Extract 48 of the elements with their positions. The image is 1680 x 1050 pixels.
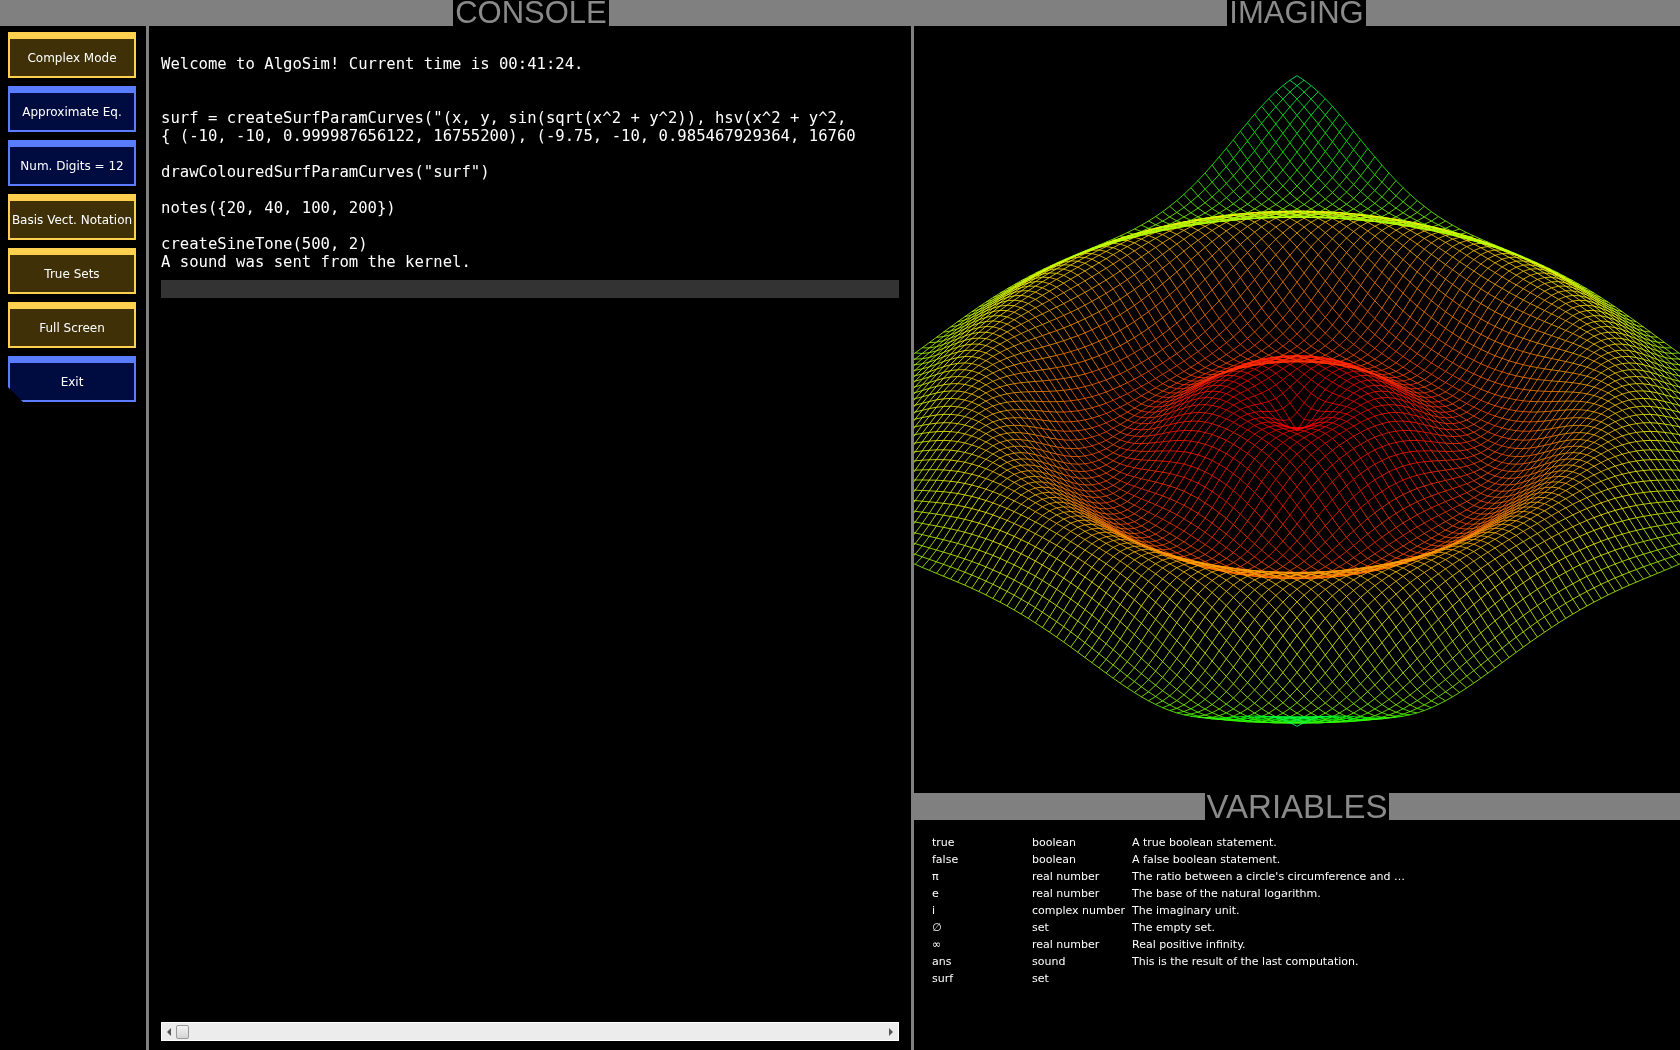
sidebar-button[interactable]: Complex Mode bbox=[8, 32, 136, 78]
variable-type: set bbox=[1032, 921, 1050, 934]
sidebar-button[interactable]: Full Screen bbox=[8, 302, 136, 348]
input-field[interactable] bbox=[161, 280, 899, 298]
variable-description: A false boolean statement. bbox=[1132, 853, 1281, 866]
variable-description: A true boolean statement. bbox=[1132, 836, 1277, 849]
variable-name: e bbox=[932, 887, 940, 900]
scroll-thumb[interactable] bbox=[176, 1024, 189, 1039]
variable-description: The imaginary unit. bbox=[1132, 904, 1240, 917]
variable-name: surf bbox=[932, 972, 955, 985]
variable-description: The ratio between a circle's circumference and … bbox=[1132, 870, 1405, 883]
variable-type: boolean bbox=[1032, 853, 1077, 866]
variable-type: real number bbox=[1032, 938, 1101, 951]
console-command: notes({20, 40, 100, 200}) bbox=[161, 199, 397, 217]
sidebar-button[interactable]: Basis Vect. Notation bbox=[8, 194, 136, 240]
sidebar-button[interactable]: True Sets bbox=[8, 248, 136, 294]
console-output: A sound was sent from the kernel. bbox=[161, 253, 472, 271]
variable-name: i bbox=[932, 904, 937, 917]
variable-type: real number bbox=[1032, 887, 1101, 900]
horizontal-scrollbar[interactable] bbox=[161, 1022, 899, 1041]
scroll-right-icon[interactable] bbox=[888, 1027, 894, 1036]
variable-description: This is the result of the last computation. bbox=[1132, 955, 1359, 968]
imaging-title: IMAGING bbox=[1227, 0, 1366, 26]
scroll-left-icon[interactable] bbox=[166, 1027, 172, 1036]
variable-name: false bbox=[932, 853, 960, 866]
variable-type: set bbox=[1032, 972, 1050, 985]
variable-description: The empty set. bbox=[1132, 921, 1216, 934]
sidebar-button[interactable]: Exit bbox=[8, 356, 136, 402]
sidebar-button[interactable]: Num. Digits = 12 bbox=[8, 140, 136, 186]
console-output: { (-10, -10, 0.999987656122, 16755200), (-9.75, -10, 0.985467929364, 16760 bbox=[161, 127, 857, 145]
variables-title: VARIABLES bbox=[1204, 793, 1390, 820]
console-command: drawColouredSurfParamCurves("surf") bbox=[161, 163, 491, 181]
console-title: CONSOLE bbox=[453, 0, 609, 26]
console-output: Welcome to AlgoSim! Current time is 00:41:24. bbox=[161, 55, 585, 73]
variable-name: ∞ bbox=[932, 938, 943, 951]
variable-name: true bbox=[932, 836, 956, 849]
variable-description: The base of the natural logarithm. bbox=[1132, 887, 1321, 900]
variable-type: sound bbox=[1032, 955, 1067, 968]
variable-type: real number bbox=[1032, 870, 1101, 883]
variable-type: complex number bbox=[1032, 904, 1127, 917]
variable-name: ∅ bbox=[932, 921, 943, 934]
console-command: createSineTone(500, 2) bbox=[161, 235, 369, 253]
sidebar-button[interactable]: Approximate Eq. bbox=[8, 86, 136, 132]
variable-type: boolean bbox=[1032, 836, 1077, 849]
variable-description: Real positive infinity. bbox=[1132, 938, 1246, 951]
variable-name: ans bbox=[932, 955, 953, 968]
variable-name: π bbox=[932, 870, 940, 883]
console-command: surf = createSurfParamCurves("(x, y, sin(sqrt(x^2 + y^2)), hsv(x^2 + y^2, bbox=[161, 109, 848, 127]
